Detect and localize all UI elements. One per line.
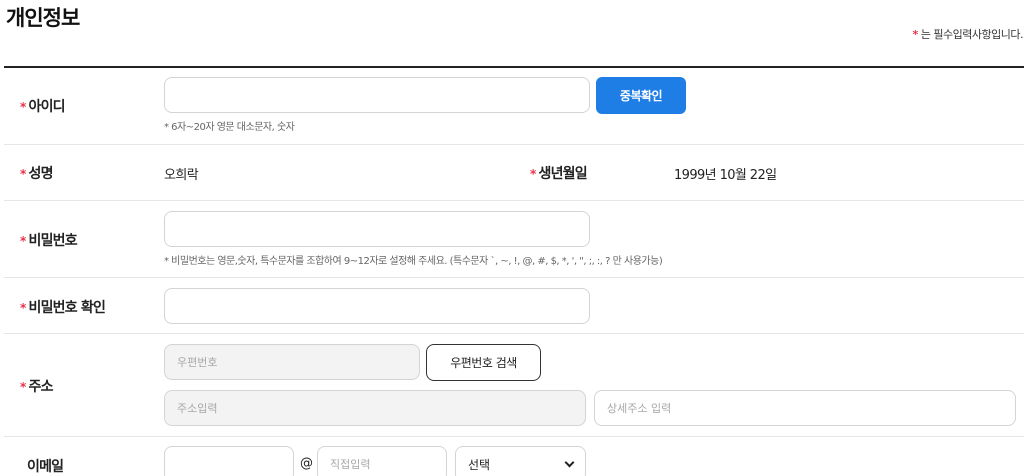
postcode-search-button[interactable]: 우편번호 검색 bbox=[426, 344, 541, 381]
name-value: 오희락 bbox=[164, 168, 199, 183]
user-id-label: * 아이디 bbox=[20, 96, 66, 116]
email-domain-input[interactable] bbox=[317, 446, 447, 476]
address-input[interactable] bbox=[164, 390, 586, 426]
email-label-text: 이메일 bbox=[27, 459, 64, 475]
name-label: * 성명 bbox=[20, 163, 53, 183]
required-star: * bbox=[20, 100, 26, 114]
user-id-help: * 6자~20자 영문 대소문자, 숫자 bbox=[164, 122, 295, 133]
at-sign: @ bbox=[300, 456, 313, 471]
email-select-value: 선택 bbox=[468, 457, 491, 472]
required-note-text: 는 필수입력사항입니다. bbox=[920, 28, 1024, 41]
row-divider bbox=[4, 333, 1024, 334]
user-id-input[interactable] bbox=[164, 77, 590, 113]
top-divider bbox=[4, 66, 1024, 68]
address-detail-input[interactable] bbox=[594, 390, 1016, 426]
name-label-text: 성명 bbox=[28, 166, 53, 182]
required-note: * 는 필수입력사항입니다. bbox=[912, 26, 1024, 42]
required-star: * bbox=[20, 380, 26, 394]
row-divider bbox=[4, 144, 1024, 145]
email-domain-select[interactable]: 선택 bbox=[455, 446, 586, 476]
user-id-label-text: 아이디 bbox=[28, 99, 65, 115]
address-label: * 주소 bbox=[20, 376, 53, 396]
password-confirm-label-text: 비밀번호 확인 bbox=[28, 300, 106, 316]
check-duplicate-button[interactable]: 중복확인 bbox=[596, 77, 686, 114]
required-star: * bbox=[20, 301, 26, 315]
required-star: * bbox=[912, 28, 919, 41]
personal-info-form: 개인정보 * 는 필수입력사항입니다. * 아이디 중복확인 * 6자~20자 영… bbox=[0, 0, 1024, 476]
password-label: * 비밀번호 bbox=[20, 230, 78, 250]
password-confirm-label: * 비밀번호 확인 bbox=[20, 297, 106, 317]
required-star: * bbox=[20, 234, 26, 248]
birthdate-value: 1999년 10월 22일 bbox=[674, 168, 777, 183]
row-divider bbox=[4, 436, 1024, 437]
postcode-input[interactable] bbox=[164, 344, 420, 380]
required-star: * bbox=[530, 167, 536, 181]
password-label-text: 비밀번호 bbox=[28, 233, 77, 249]
email-local-input[interactable] bbox=[164, 446, 294, 476]
email-label: 이메일 bbox=[27, 456, 64, 476]
row-divider bbox=[4, 200, 1024, 201]
birthdate-label: * 생년월일 bbox=[530, 163, 588, 183]
page-title: 개인정보 bbox=[6, 6, 80, 30]
password-confirm-input[interactable] bbox=[164, 288, 590, 324]
required-star: * bbox=[20, 167, 26, 181]
birthdate-label-text: 생년월일 bbox=[538, 166, 587, 182]
password-help: * 비밀번호는 영문,숫자, 특수문자를 조합하여 9~12자로 설정해 주세요… bbox=[164, 256, 663, 267]
address-label-text: 주소 bbox=[28, 379, 53, 395]
chevron-down-icon bbox=[564, 457, 575, 467]
row-divider bbox=[4, 277, 1024, 278]
password-input[interactable] bbox=[164, 211, 590, 247]
